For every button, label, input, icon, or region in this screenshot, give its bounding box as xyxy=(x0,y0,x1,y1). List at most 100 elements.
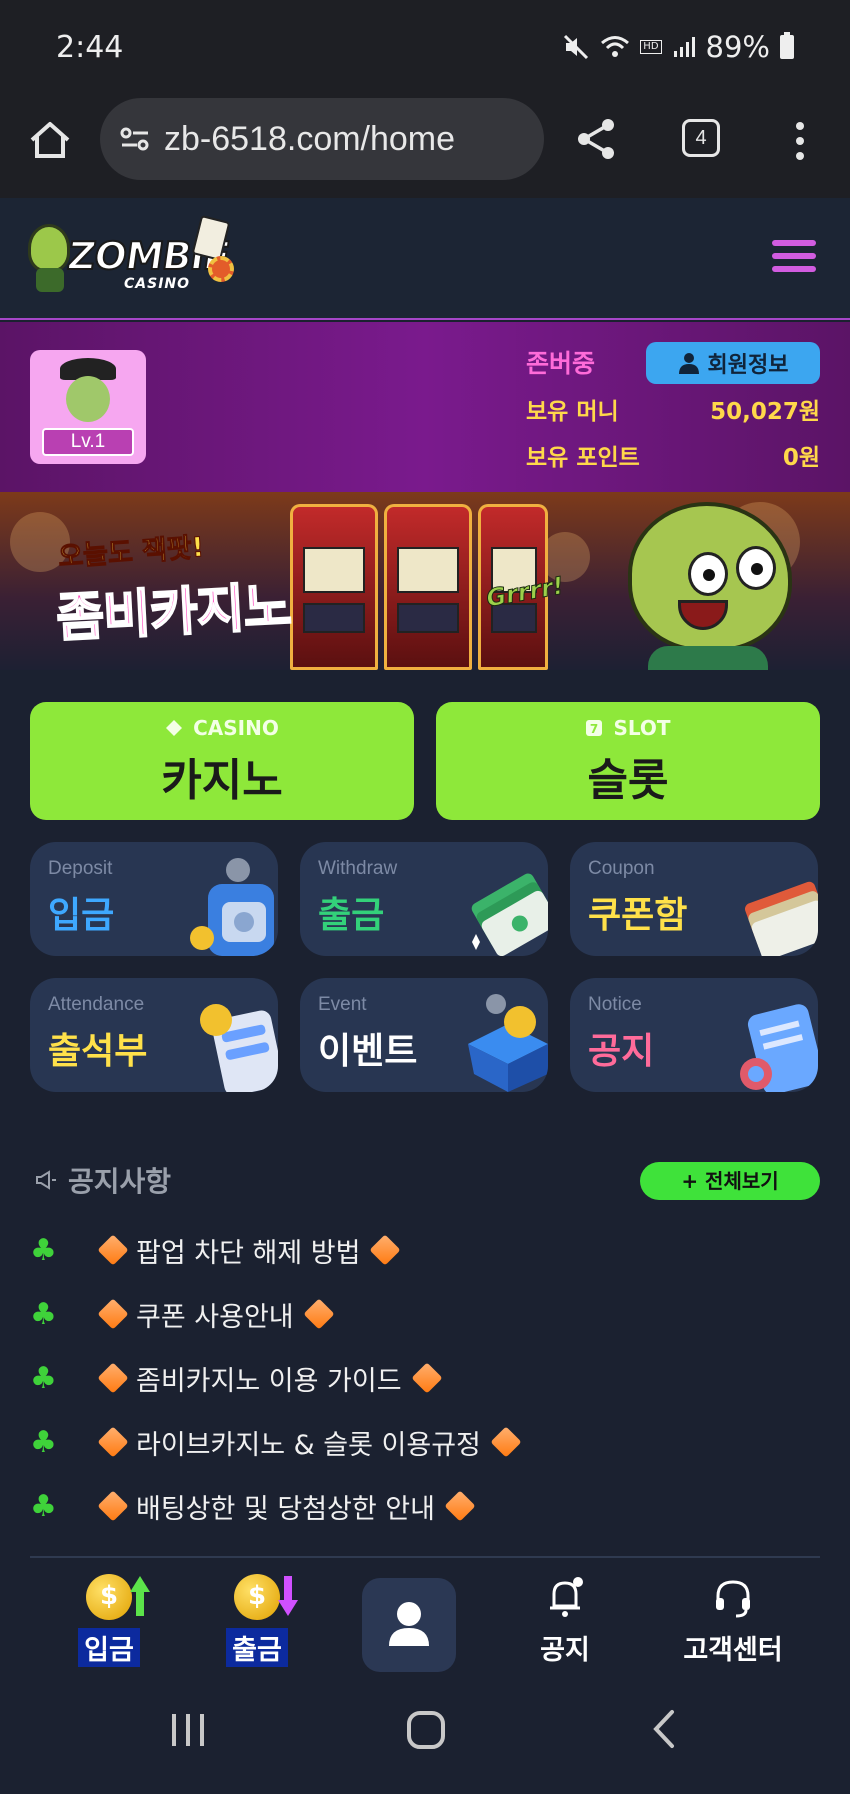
hd-voice-icon: HD xyxy=(640,40,662,54)
tile-ko-label: 출금 xyxy=(318,895,385,936)
status-time: 2:44 xyxy=(56,30,124,65)
wifi-icon xyxy=(601,36,630,57)
nav-deposit[interactable]: 입금 xyxy=(64,1574,154,1667)
slot-en-label: SLOT xyxy=(613,716,671,740)
tile-coupon[interactable]: Coupon 쿠폰함 xyxy=(570,842,818,956)
level-badge: Lv.1 xyxy=(42,428,134,456)
member-name: 존버중 xyxy=(526,349,596,378)
status-bar: 2:44 HD 89% xyxy=(0,0,850,96)
tile-deposit[interactable]: Deposit 입금 xyxy=(30,842,278,956)
casino-en-label: CASINO xyxy=(193,716,279,740)
points-row: 보유 포인트 0원 xyxy=(526,438,820,472)
diamond-bullet-icon xyxy=(303,1298,335,1330)
coupon-stack-icon xyxy=(745,881,818,956)
tile-notice[interactable]: Notice 공지 xyxy=(570,978,818,1092)
mute-icon xyxy=(564,34,589,60)
tile-ko-label: 입금 xyxy=(48,895,115,936)
notice-item[interactable]: ♣ 라이브카지노 & 슬롯 이용규정 xyxy=(30,1410,830,1474)
nav-notice-label: 공지 xyxy=(540,1635,590,1666)
slot-machine-illustration xyxy=(290,504,378,670)
wallet-coin-icon xyxy=(190,858,274,956)
notice-item-text: 배팅상한 및 당첨상한 안내 xyxy=(136,1493,435,1525)
casino-ko-label: 카지노 xyxy=(161,755,283,806)
tile-ko-label: 출석부 xyxy=(48,1031,148,1072)
notice-item[interactable]: ♣ 좀비카지노 이용 가이드 xyxy=(30,1346,830,1410)
document-icon xyxy=(740,1004,818,1092)
notice-item-text: 팝업 차단 해제 방법 xyxy=(136,1237,361,1269)
back-icon[interactable] xyxy=(648,1708,678,1750)
url-text: zb-6518.com/home xyxy=(164,119,456,158)
zombie-casino-logo[interactable]: ZOMBIE CASINO xyxy=(28,214,238,300)
battery-icon xyxy=(780,32,794,59)
notice-item[interactable]: ♣ 팝업 차단 해제 방법 xyxy=(30,1218,830,1282)
system-nav-bar xyxy=(0,1672,850,1794)
avatar: Lv.1 xyxy=(30,350,146,464)
diamond-bullet-icon xyxy=(97,1234,129,1266)
diamond-bullet-icon xyxy=(369,1234,402,1266)
share-icon[interactable] xyxy=(574,116,620,162)
view-all-button[interactable]: + 전체보기 xyxy=(640,1162,820,1200)
member-panel: Lv.1 존버중 회원정보 보유 머니 50,027원 보유 포인트 0원 xyxy=(0,322,850,492)
nav-support[interactable]: 고객센터 xyxy=(668,1574,798,1667)
tile-en-label: Withdraw xyxy=(318,858,398,879)
promo-banner[interactable]: 오늘도 잭팟! 좀비카지노 Grrrr! xyxy=(0,492,850,670)
banner-title: 좀비카지노 xyxy=(54,576,293,650)
diamond-bullet-icon xyxy=(97,1490,129,1522)
nav-deposit-label: 입금 xyxy=(78,1628,140,1667)
signal-icon xyxy=(673,37,695,57)
club-icon: ♣ xyxy=(30,1424,57,1460)
casino-button[interactable]: CASINO 카지노 xyxy=(30,702,414,820)
nav-withdraw[interactable]: 출금 xyxy=(212,1574,302,1667)
site-settings-icon[interactable] xyxy=(120,126,150,152)
home-nav-icon[interactable] xyxy=(406,1710,446,1750)
nav-notice[interactable]: 공지 xyxy=(520,1574,610,1667)
tile-withdraw[interactable]: Withdraw 출금 xyxy=(300,842,548,956)
member-info-button[interactable]: 회원정보 xyxy=(646,342,820,384)
notice-item-text: 좀비카지노 이용 가이드 xyxy=(136,1365,402,1397)
gift-box-icon xyxy=(468,994,548,1092)
notice-header: 공지사항 xyxy=(34,1160,171,1200)
notice-list: ♣ 팝업 차단 해제 방법 ♣ 쿠폰 사용안내 ♣ 좀비카지노 이용 가이드 ♣ 라이브… xyxy=(30,1218,830,1538)
person-icon xyxy=(678,353,699,374)
calendar-coin-icon xyxy=(200,1004,278,1092)
tile-ko-label: 공지 xyxy=(588,1031,655,1072)
club-icon: ♣ xyxy=(30,1296,57,1332)
menu-hamburger-icon[interactable] xyxy=(772,240,816,274)
slot-machine-illustration xyxy=(384,504,472,670)
bottom-nav: 입금 출금 공지 고객센터 xyxy=(0,1558,850,1672)
notice-title: 공지사항 xyxy=(68,1165,172,1198)
tile-event[interactable]: Event 이벤트 xyxy=(300,978,548,1092)
address-bar[interactable]: zb-6518.com/home xyxy=(100,98,544,180)
tab-switcher-button[interactable]: 4 xyxy=(682,119,720,157)
tile-en-label: Notice xyxy=(588,994,642,1015)
status-icons: HD 89% xyxy=(562,30,794,64)
bell-icon xyxy=(550,1577,583,1617)
zombie-mascot xyxy=(628,502,798,670)
club-icon: ♣ xyxy=(30,1360,57,1396)
slot-seven-icon: 7 xyxy=(586,720,603,736)
diamond-bullet-icon xyxy=(97,1426,129,1458)
notice-item[interactable]: ♣ 쿠폰 사용안내 xyxy=(30,1282,830,1346)
notice-item[interactable]: ♣ 배팅상한 및 당첨상한 안내 xyxy=(30,1474,830,1538)
tile-attendance[interactable]: Attendance 출석부 xyxy=(30,978,278,1092)
diamond-icon xyxy=(166,720,183,736)
home-icon[interactable] xyxy=(28,118,72,162)
money-label: 보유 머니 xyxy=(526,399,619,425)
nav-support-label: 고객센터 xyxy=(683,1635,783,1666)
recent-apps-icon[interactable] xyxy=(168,1712,208,1748)
club-icon: ♣ xyxy=(30,1488,57,1524)
nav-withdraw-label: 출금 xyxy=(226,1628,288,1667)
slot-button[interactable]: 7 SLOT 슬롯 xyxy=(436,702,820,820)
club-icon: ♣ xyxy=(30,1232,57,1268)
money-row: 보유 머니 50,027원 xyxy=(526,392,820,426)
cash-stack-icon xyxy=(471,873,548,956)
browser-toolbar: zb-6518.com/home 4 xyxy=(0,96,850,198)
nav-profile-button[interactable] xyxy=(362,1578,456,1672)
points-value: 0원 xyxy=(782,445,820,471)
tile-ko-label: 쿠폰함 xyxy=(588,895,688,936)
site-header: ZOMBIE CASINO xyxy=(0,198,850,320)
more-menu-icon[interactable] xyxy=(790,118,810,164)
points-label: 보유 포인트 xyxy=(526,445,640,471)
coin-deposit-icon xyxy=(86,1574,132,1620)
banner-tagline: 오늘도 잭팟! xyxy=(57,531,206,574)
